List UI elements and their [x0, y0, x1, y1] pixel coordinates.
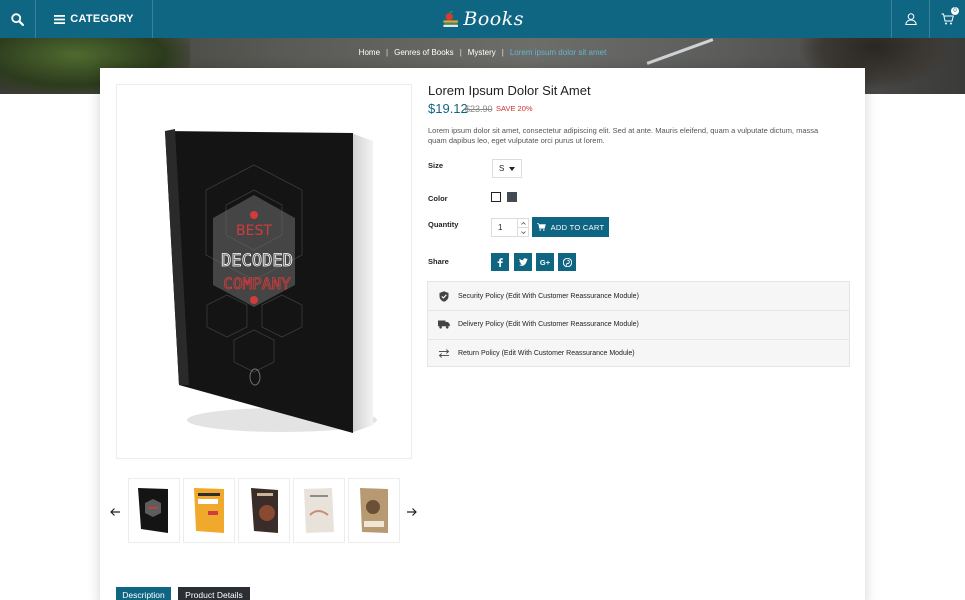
breadcrumb: Home | Genres of Books | Mystery | Lorem ipsum…: [0, 48, 965, 57]
book-cover-title-bottom: COMPANY: [223, 274, 291, 293]
book-cover-title-main: DECODED: [221, 251, 293, 271]
shield-check-icon: [439, 290, 449, 302]
add-to-cart-button[interactable]: ADD TO CART: [532, 217, 609, 237]
thumbnail-1[interactable]: [128, 478, 180, 543]
breadcrumb-current: Lorem ipsum dolor sit amet: [509, 48, 607, 57]
breadcrumb-separator: |: [501, 48, 504, 57]
breadcrumb-genres[interactable]: Genres of Books: [394, 48, 454, 57]
product-old-price: $23.90: [465, 104, 493, 114]
share-pinterest-button[interactable]: [558, 253, 576, 271]
thumbnail-strip: [128, 478, 400, 543]
cart-icon: [536, 223, 546, 231]
discount-badge: SAVE 20%: [496, 104, 533, 113]
facebook-icon: [497, 257, 503, 267]
search-icon: [11, 12, 24, 26]
top-header: CATEGORY Books 0: [0, 0, 965, 38]
share-google-plus-button[interactable]: G+: [536, 253, 554, 271]
product-price: $19.12: [428, 101, 468, 116]
thumbnail-next-arrow[interactable]: [406, 505, 418, 517]
thumbnail-4[interactable]: [293, 478, 345, 543]
product-title: Lorem Ipsum Dolor Sit Amet: [428, 83, 591, 98]
quantity-stepper: 1: [491, 218, 529, 237]
site-logo[interactable]: Books: [442, 4, 524, 34]
pinterest-icon: [562, 257, 572, 267]
color-swatch-white[interactable]: [491, 192, 501, 202]
size-label: Size: [428, 161, 444, 170]
thumbnail-2[interactable]: [183, 478, 235, 543]
chevron-down-icon: [521, 231, 526, 234]
google-plus-icon: G+: [539, 257, 551, 267]
quantity-input[interactable]: 1: [498, 223, 502, 232]
color-label: Color: [428, 194, 448, 203]
color-swatch-dark-grey[interactable]: [507, 192, 517, 202]
tab-product-details[interactable]: Product Details: [178, 587, 250, 600]
tab-description[interactable]: Description: [116, 587, 171, 600]
cart-icon: [941, 13, 954, 25]
quantity-decrease-button[interactable]: [517, 228, 529, 237]
book-cover-title-top: BEST: [236, 223, 272, 239]
customer-reassurance-block: Security Policy (Edit With Customer Reas…: [427, 281, 850, 367]
breadcrumb-mystery[interactable]: Mystery: [468, 48, 496, 57]
cart-button[interactable]: 0: [929, 0, 965, 38]
quantity-increase-button[interactable]: [517, 219, 529, 228]
product-short-description: Lorem ipsum dolor sit amet, consectetur …: [428, 126, 819, 145]
product-main-image[interactable]: BEST DECODED COMPANY: [116, 84, 412, 459]
thumbnail-light-book-image: [304, 487, 334, 533]
cart-count-badge: 0: [951, 7, 959, 15]
thumbnail-black-book-image: [138, 487, 168, 533]
truck-icon: [438, 320, 450, 329]
thumbnail-sepia-book-image: [360, 487, 388, 533]
thumbnail-dark-book-image: [251, 487, 278, 533]
breadcrumb-separator: |: [459, 48, 462, 57]
quantity-label: Quantity: [428, 220, 459, 229]
user-icon: [904, 13, 917, 25]
hamburger-icon: [54, 14, 66, 24]
thumbnail-5[interactable]: [348, 478, 400, 543]
caret-down-icon: [509, 166, 516, 171]
reassurance-item-security: Security Policy (Edit With Customer Reas…: [428, 282, 849, 310]
category-label: CATEGORY: [70, 13, 134, 25]
thumbnail-3[interactable]: [238, 478, 290, 543]
breadcrumb-separator: |: [386, 48, 389, 57]
reassurance-item-delivery: Delivery Policy (Edit With Customer Reas…: [428, 310, 849, 338]
chevron-up-icon: [521, 221, 526, 225]
reassurance-text: Security Policy (Edit With Customer Reas…: [458, 292, 639, 300]
size-select-value: S: [499, 164, 505, 173]
logo-books-icon: [443, 11, 458, 27]
add-to-cart-label: ADD TO CART: [550, 222, 605, 232]
swap-arrows-icon: [438, 349, 450, 358]
logo-text: Books: [463, 8, 524, 30]
reassurance-item-return: Return Policy (Edit With Customer Reassu…: [428, 339, 849, 367]
twitter-icon: [518, 258, 528, 266]
book-cover-image: BEST DECODED COMPANY: [165, 129, 377, 433]
share-twitter-button[interactable]: [514, 253, 532, 271]
reassurance-text: Return Policy (Edit With Customer Reassu…: [458, 350, 635, 357]
thumbnail-orange-book-image: [194, 487, 224, 533]
category-menu-button[interactable]: CATEGORY: [36, 0, 153, 38]
arrow-left-icon: [110, 508, 120, 516]
arrow-right-icon: [407, 508, 417, 516]
size-select[interactable]: S: [492, 159, 522, 178]
share-label: Share: [428, 257, 449, 266]
reassurance-text: Delivery Policy (Edit With Customer Reas…: [458, 321, 639, 328]
search-button[interactable]: [0, 0, 36, 38]
thumbnail-prev-arrow[interactable]: [109, 505, 121, 517]
breadcrumb-home[interactable]: Home: [359, 48, 380, 57]
share-facebook-button[interactable]: [491, 253, 509, 271]
account-button[interactable]: [891, 0, 929, 38]
